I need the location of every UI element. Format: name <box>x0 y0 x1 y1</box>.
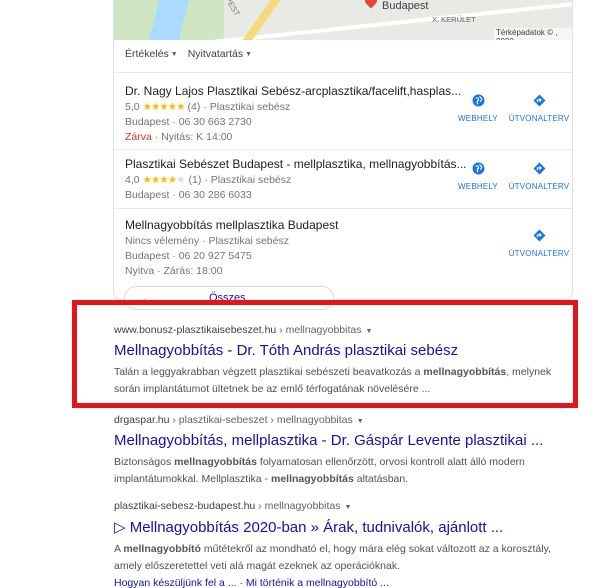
website-button[interactable]: WEBHELY <box>453 162 503 191</box>
directions-icon <box>533 162 545 175</box>
directions-button[interactable]: ÚTVONALTERV <box>509 162 569 191</box>
result-domain: plasztikai-sebesz-budapest.hu <box>114 500 256 512</box>
result-title-link[interactable]: ▷ Mellnagyobbítás 2020-ban » Árak, tudni… <box>114 518 564 536</box>
filter-rating[interactable]: Értékelés ▼ <box>125 48 178 60</box>
rating-value: 4,0 <box>125 174 140 186</box>
review-count: (1) <box>188 174 202 186</box>
result-snippet: Talán a leggyakrabban végzett plasztikai… <box>114 364 564 398</box>
map-label-district: X. KERÜLET <box>432 15 476 24</box>
result-url[interactable]: www.bonusz-plasztikaisebeszet.hu › melln… <box>114 324 564 336</box>
snippet-text: altatásban. <box>353 473 409 485</box>
local-listing[interactable]: Plasztikai Sebészet Budapest - mellplasz… <box>114 149 572 208</box>
search-result: drgaspar.hu › plasztikai-sebeszet › mell… <box>114 414 564 488</box>
chevron-down-icon: ▼ <box>245 50 253 58</box>
review-count: (4) <box>187 101 201 113</box>
filter-hours[interactable]: Nyitvatartás ▼ <box>188 48 252 60</box>
listing-address: Budapest · 06 30 663 2730 <box>125 116 252 128</box>
directions-icon <box>533 94 545 107</box>
search-result: plasztikai-sebesz-budapest.hu › mellnagy… <box>114 500 564 588</box>
sitelinks[interactable]: Hogyan készüljünk fel a ... · Mi történi… <box>114 577 389 588</box>
chevron-down-icon[interactable]: ▼ <box>357 418 364 425</box>
listing-rating-line: 4,0 ★★★★★ (1) · Plasztikai sebész <box>125 174 291 186</box>
map-label-city: Budapest <box>382 0 429 12</box>
chevron-down-icon[interactable]: ▼ <box>365 328 372 335</box>
directions-button[interactable]: ÚTVONALTERV <box>509 94 569 123</box>
snippet-text: amely előszeretettel veti alá magát ezek… <box>114 560 400 572</box>
result-title-link[interactable]: Mellnagyobbítás - Dr. Tóth András plaszt… <box>114 342 564 359</box>
snippet-text: Talán a leggyakrabban végzett plasztikai… <box>114 366 424 378</box>
directions-button[interactable]: ÚTVONALTERV <box>509 229 569 258</box>
snippet-keyword: mellnagyobbító <box>123 543 201 555</box>
directions-label: ÚTVONALTERV <box>508 249 570 258</box>
snippet-keyword: mellnagyobbítás <box>270 473 354 485</box>
star-rating-icon: ★★★★★ <box>142 101 186 113</box>
snippet-keyword: mellnagyobbítás <box>423 366 507 378</box>
empty-star-icon: ★ <box>176 174 186 186</box>
local-results-panel: PEST Budapest X. KERÜLET Térképadatok © … <box>113 0 573 300</box>
listing-title[interactable]: Plasztikai Sebészet Budapest - mellplasz… <box>125 157 467 171</box>
result-url[interactable]: drgaspar.hu › plasztikai-sebeszet › mell… <box>114 414 564 426</box>
snippet-text: műtétekről az mondható el, hogy mára elé… <box>200 543 551 555</box>
result-domain: www.bonusz-plasztikaisebeszet.hu <box>114 324 277 336</box>
result-path: › mellnagyobbitas <box>255 500 341 512</box>
map-label-pest: PEST <box>223 0 242 18</box>
globe-icon <box>472 162 484 175</box>
filter-hours-label: Nyitvatartás <box>187 48 244 60</box>
result-title-link[interactable]: Mellnagyobbítás, mellplasztika - Dr. Gás… <box>114 432 564 449</box>
listing-title[interactable]: Dr. Nagy Lajos Plasztikai Sebész-arcplas… <box>125 84 461 98</box>
listing-no-review: Nincs vélemény · Plasztikai sebész <box>125 235 289 247</box>
snippet-text: A <box>114 543 124 555</box>
website-button[interactable]: WEBHELY <box>453 94 503 123</box>
listing-hours: Nyitva · Zárás: 18:00 <box>125 265 223 277</box>
result-path: › mellnagyobbitas <box>276 324 362 336</box>
result-domain: drgaspar.hu <box>114 414 170 426</box>
map-preview[interactable]: PEST Budapest X. KERÜLET Térképadatok © … <box>114 0 572 40</box>
map-credit: Térképadatok © , 2020 <box>494 28 572 40</box>
listing-title[interactable]: Mellnagyobbítás mellplasztika Budapest <box>125 218 338 232</box>
filter-rating-label: Értékelés <box>125 48 169 60</box>
chevron-down-icon[interactable]: ▼ <box>344 504 351 511</box>
snippet-text: során implantátumot ültetnek be az emlő … <box>114 383 431 395</box>
local-filters: Értékelés ▼ Nyitvatartás ▼ <box>125 48 252 60</box>
listing-hours: Zárva · Nyitás: K 14:00 <box>125 131 232 143</box>
snippet-text: , melynek <box>506 366 552 378</box>
result-snippet: Biztonságos mellnagyobbítás folyamatosan… <box>114 454 564 488</box>
directions-label: ÚTVONALTERV <box>508 114 570 123</box>
listing-address: Budapest · 06 20 927 5475 <box>125 250 252 262</box>
website-label: WEBHELY <box>458 182 498 191</box>
snippet-keyword: mellnagyobbítás <box>174 456 257 468</box>
chevron-down-icon: ▼ <box>170 50 178 58</box>
listing-rating-line: 5,0 ★★★★★ (4) · Plasztikai sebész <box>125 101 290 113</box>
result-path: › plasztikai-sebeszet › mellnagyobbitas <box>169 414 353 426</box>
directions-icon <box>533 229 545 242</box>
snippet-text: folyamatosan ellenőrzött, orvosi kontrol… <box>256 456 525 468</box>
search-result: www.bonusz-plasztikaisebeszet.hu › melln… <box>114 324 564 398</box>
status-opening: · Nyitás: K 14:00 <box>151 131 233 143</box>
result-snippet: A mellnagyobbító műtétekről az mondható … <box>114 541 564 588</box>
snippet-text: implantátumokkal. Mellplasztika - <box>114 473 271 485</box>
globe-icon <box>472 94 484 107</box>
status-closed: Zárva <box>125 131 152 143</box>
star-rating-icon: ★★★★ <box>142 174 178 186</box>
listing-category: · Plasztikai sebész <box>203 101 291 113</box>
local-listing[interactable]: Mellnagyobbítás mellplasztika Budapest N… <box>114 208 572 286</box>
map-pin-icon[interactable] <box>362 0 380 9</box>
result-url[interactable]: plasztikai-sebesz-budapest.hu › mellnagy… <box>114 500 564 512</box>
snippet-text: Biztonságos <box>114 456 175 468</box>
directions-label: ÚTVONALTERV <box>508 182 570 191</box>
rating-value: 5,0 <box>125 101 140 113</box>
website-label: WEBHELY <box>458 114 498 123</box>
local-listing[interactable]: Dr. Nagy Lajos Plasztikai Sebész-arcplas… <box>114 72 572 149</box>
listing-category: · Plasztikai sebész <box>204 174 292 186</box>
listing-address: Budapest · 06 30 286 6033 <box>125 189 252 201</box>
